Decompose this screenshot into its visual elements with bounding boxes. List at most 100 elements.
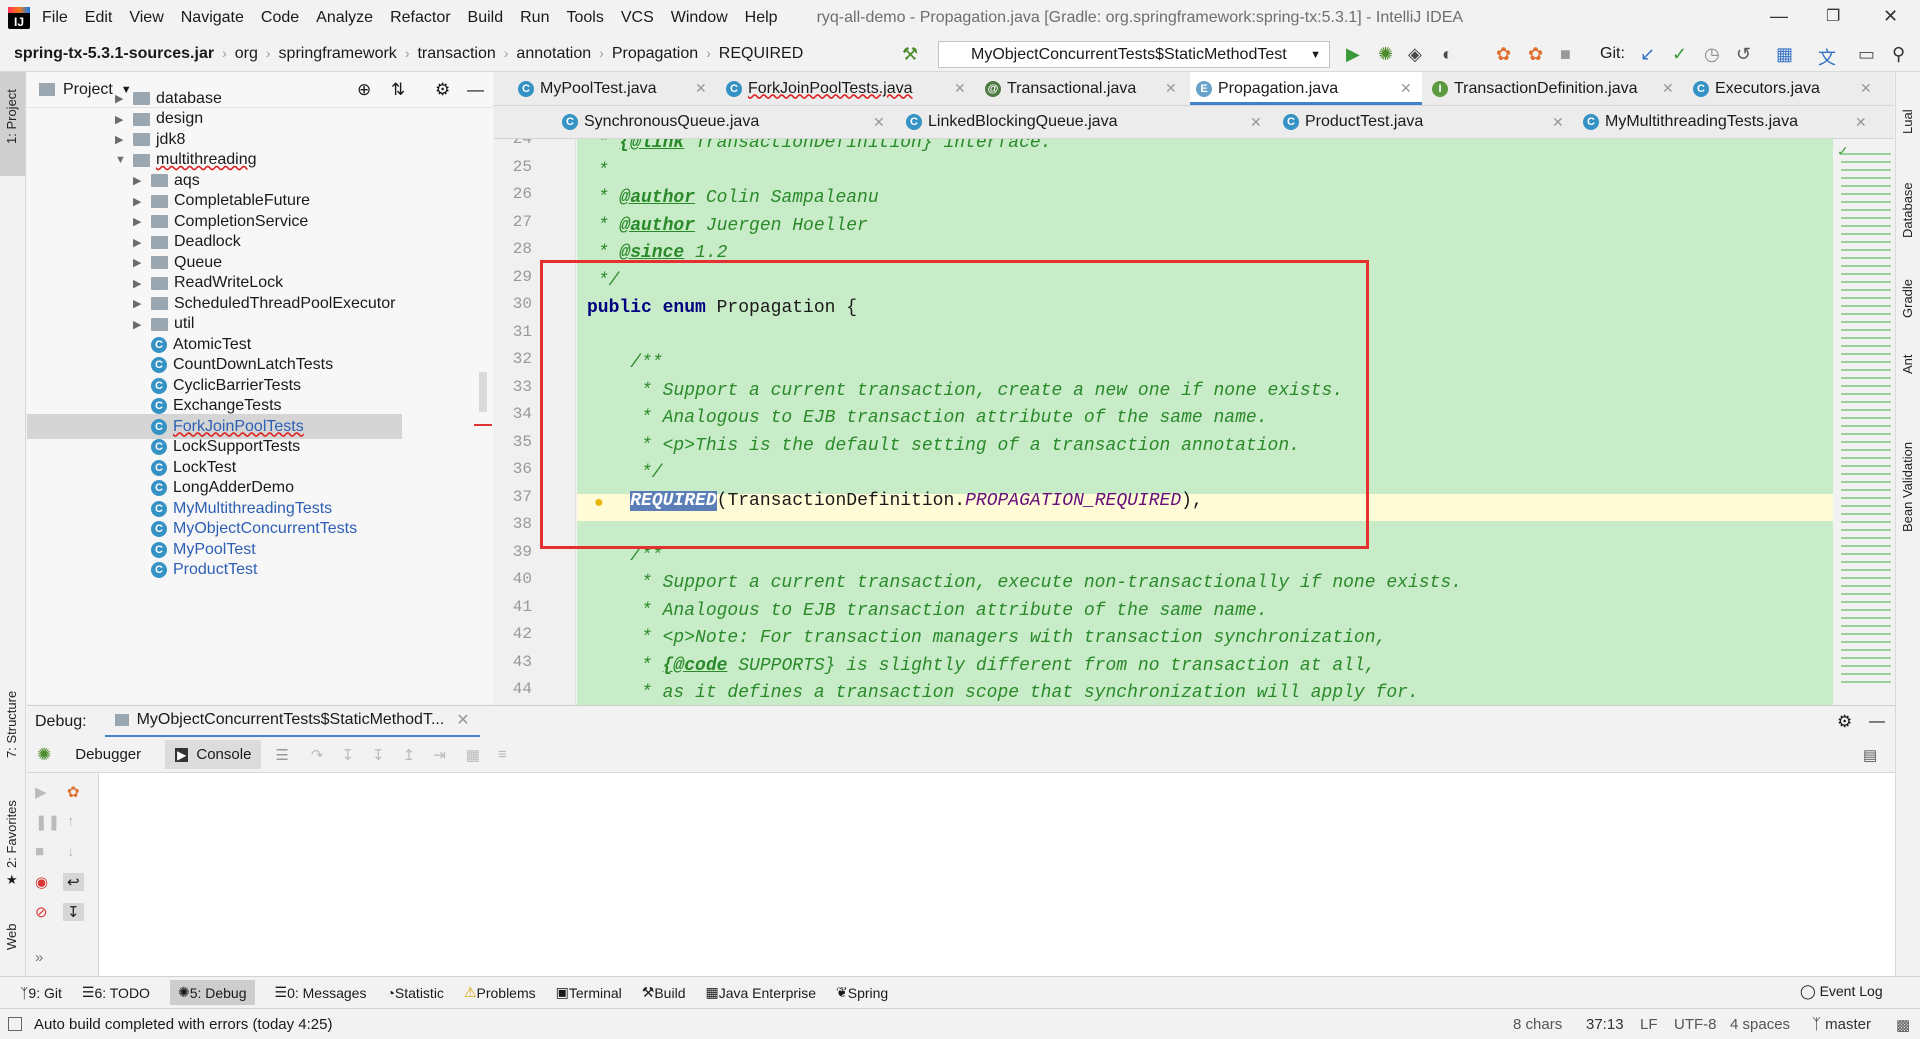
hide-panel-icon[interactable]: — xyxy=(467,80,484,100)
tool-tab[interactable]: ▦ Java Enterprise xyxy=(705,984,816,1001)
menu-build[interactable]: Build xyxy=(468,9,504,27)
menu-help[interactable]: Help xyxy=(745,9,778,27)
build-hammer-icon[interactable]: ⚒ xyxy=(902,44,918,65)
search-icon[interactable]: ⚲ xyxy=(1892,44,1905,65)
stop-icon[interactable]: ■ xyxy=(35,843,44,860)
ant-tool-label[interactable]: Ant xyxy=(1900,354,1915,374)
chevron-right-icon[interactable]: ▶ xyxy=(133,236,151,249)
line-separator[interactable]: LF xyxy=(1640,1016,1658,1033)
menu-vcs[interactable]: VCS xyxy=(621,9,654,27)
menu-window[interactable]: Window xyxy=(671,9,728,27)
scroll-to-end-icon[interactable]: ↧ xyxy=(63,903,84,921)
down-icon[interactable]: ↓ xyxy=(67,843,75,860)
tree-class-item[interactable]: C ProductTest xyxy=(133,558,257,583)
close-icon[interactable]: ✕ xyxy=(1552,114,1564,131)
close-icon[interactable]: ✕ xyxy=(456,710,469,730)
menu-tools[interactable]: Tools xyxy=(566,9,603,27)
editor-tab[interactable]: C SynchronousQueue.java ✕ xyxy=(556,106,895,138)
menu-navigate[interactable]: Navigate xyxy=(181,9,244,27)
chevron-right-icon[interactable]: ▶ xyxy=(133,215,151,228)
status-message[interactable]: Auto build completed with errors (today … xyxy=(34,1016,332,1033)
step-over-icon[interactable]: ↷ xyxy=(311,746,324,764)
web-tool-label[interactable]: Web xyxy=(4,924,19,951)
editor-tab[interactable]: C MyPoolTest.java ✕ xyxy=(512,72,717,105)
database-tool-label[interactable]: Database xyxy=(1900,182,1915,238)
locate-icon[interactable]: ⊕ xyxy=(357,80,371,100)
menu-run[interactable]: Run xyxy=(520,9,549,27)
step-into-icon[interactable]: ↧ xyxy=(341,746,354,764)
close-icon[interactable]: ✕ xyxy=(954,80,966,97)
close-icon[interactable]: ✕ xyxy=(1400,80,1412,97)
bean-validation-tool-label[interactable]: Bean Validation xyxy=(1900,442,1915,532)
tab-debugger[interactable]: Debugger xyxy=(75,746,141,763)
project-structure-icon[interactable]: ▦ xyxy=(1776,44,1793,65)
chevron-right-icon[interactable]: ▶ xyxy=(115,113,133,126)
status-toggle-icon[interactable] xyxy=(8,1017,22,1031)
translate-icon[interactable]: 文 xyxy=(1818,44,1836,70)
breadcrumb-item[interactable]: Propagation xyxy=(612,45,698,63)
stop-icon[interactable]: ■ xyxy=(1560,44,1571,65)
tool-tab[interactable]: ☰ 6: TODO xyxy=(82,984,150,1001)
git-rollback-icon[interactable]: ↺ xyxy=(1736,44,1751,65)
menu-view[interactable]: View xyxy=(129,9,163,27)
trace-icon[interactable]: ≡ xyxy=(498,746,507,763)
editor-tab[interactable]: C ProductTest.java ✕ xyxy=(1277,106,1574,138)
editor-tab[interactable]: C LinkedBlockingQueue.java ✕ xyxy=(900,106,1272,138)
tool-tab[interactable]: ☰ 0: Messages xyxy=(275,984,367,1001)
branch-widget[interactable]: ᛉ master xyxy=(1812,1016,1871,1033)
close-icon[interactable]: ✕ xyxy=(1165,80,1177,97)
close-icon[interactable]: ✕ xyxy=(695,80,707,97)
gradle-tool-label[interactable]: Gradle xyxy=(1900,279,1915,318)
minimize-icon[interactable]: — xyxy=(1770,6,1788,27)
profiler-icon[interactable]: ◐ xyxy=(1442,44,1453,65)
close-icon[interactable]: ✕ xyxy=(1662,80,1674,97)
attach-icon[interactable]: ✿ xyxy=(1496,44,1511,65)
menu-refactor[interactable]: Refactor xyxy=(390,9,450,27)
editor-tab[interactable]: C Executors.java ✕ xyxy=(1687,72,1882,105)
hide-panel-icon[interactable]: — xyxy=(1869,713,1885,731)
project-panel-title[interactable]: Project xyxy=(63,81,113,99)
gear-icon[interactable]: ⚙ xyxy=(435,80,450,100)
menu-file[interactable]: File xyxy=(42,9,68,27)
chevron-right-icon[interactable]: ▶ xyxy=(133,174,151,187)
step-out-icon[interactable]: ↥ xyxy=(403,746,416,764)
step-icon[interactable]: ✿ xyxy=(1528,44,1543,65)
chevron-right-icon[interactable]: ▶ xyxy=(115,92,133,105)
resume-icon[interactable]: ▶ xyxy=(35,783,47,801)
evaluate-icon[interactable]: ▦ xyxy=(466,746,480,764)
editor-tab[interactable]: @ Transactional.java ✕ xyxy=(979,72,1187,105)
git-update-icon[interactable]: ↙ xyxy=(1640,44,1655,65)
chevron-right-icon[interactable]: ▶ xyxy=(133,318,151,331)
chevron-right-icon[interactable]: ▶ xyxy=(133,277,151,290)
restore-icon[interactable]: ❐ xyxy=(1826,6,1840,26)
breadcrumb-item[interactable]: org xyxy=(235,45,258,63)
menu-edit[interactable]: Edit xyxy=(85,9,113,27)
debug-bug-icon[interactable]: ✺ xyxy=(1378,44,1393,65)
indent-setting[interactable]: 4 spaces xyxy=(1730,1016,1790,1033)
threads-icon[interactable]: ☰ xyxy=(275,746,288,764)
chevron-right-icon[interactable]: ▶ xyxy=(133,256,151,269)
menu-code[interactable]: Code xyxy=(261,9,299,27)
file-encoding[interactable]: UTF-8 xyxy=(1674,1016,1717,1033)
run-icon[interactable]: ▶ xyxy=(1346,44,1360,65)
chevron-right-icon[interactable]: ▶ xyxy=(133,297,151,310)
tab-console[interactable]: ▶ Console xyxy=(165,740,262,769)
tool-tab[interactable]: ⚠ Problems xyxy=(464,984,536,1001)
run-to-cursor-icon[interactable]: ⇥ xyxy=(433,746,446,764)
close-icon[interactable]: ✕ xyxy=(873,114,885,131)
gear-icon[interactable]: ⚙ xyxy=(1837,712,1852,732)
breadcrumb-item[interactable]: annotation xyxy=(516,45,591,63)
soft-wrap-icon[interactable]: ↩ xyxy=(63,873,84,891)
git-commit-icon[interactable]: ✓ xyxy=(1672,44,1687,65)
editor-tab[interactable]: C MyMultithreadingTests.java ✕ xyxy=(1577,106,1877,138)
editor-tab[interactable]: C ForkJoinPoolTests.java ✕ xyxy=(720,72,976,105)
console-output[interactable] xyxy=(99,773,1895,976)
close-icon[interactable]: ✕ xyxy=(1855,114,1867,131)
lual-tool-label[interactable]: Lual xyxy=(1900,109,1915,134)
favorites-tool-label[interactable]: 2: Favorites xyxy=(4,800,19,868)
layout-icon[interactable]: ▭ xyxy=(1858,44,1875,65)
up-icon[interactable]: ↑ xyxy=(67,813,75,830)
close-icon[interactable]: ✕ xyxy=(1860,80,1872,97)
project-tool-label[interactable]: 1: Project xyxy=(4,89,19,144)
breadcrumb-item[interactable]: spring-tx-5.3.1-sources.jar xyxy=(14,45,214,63)
